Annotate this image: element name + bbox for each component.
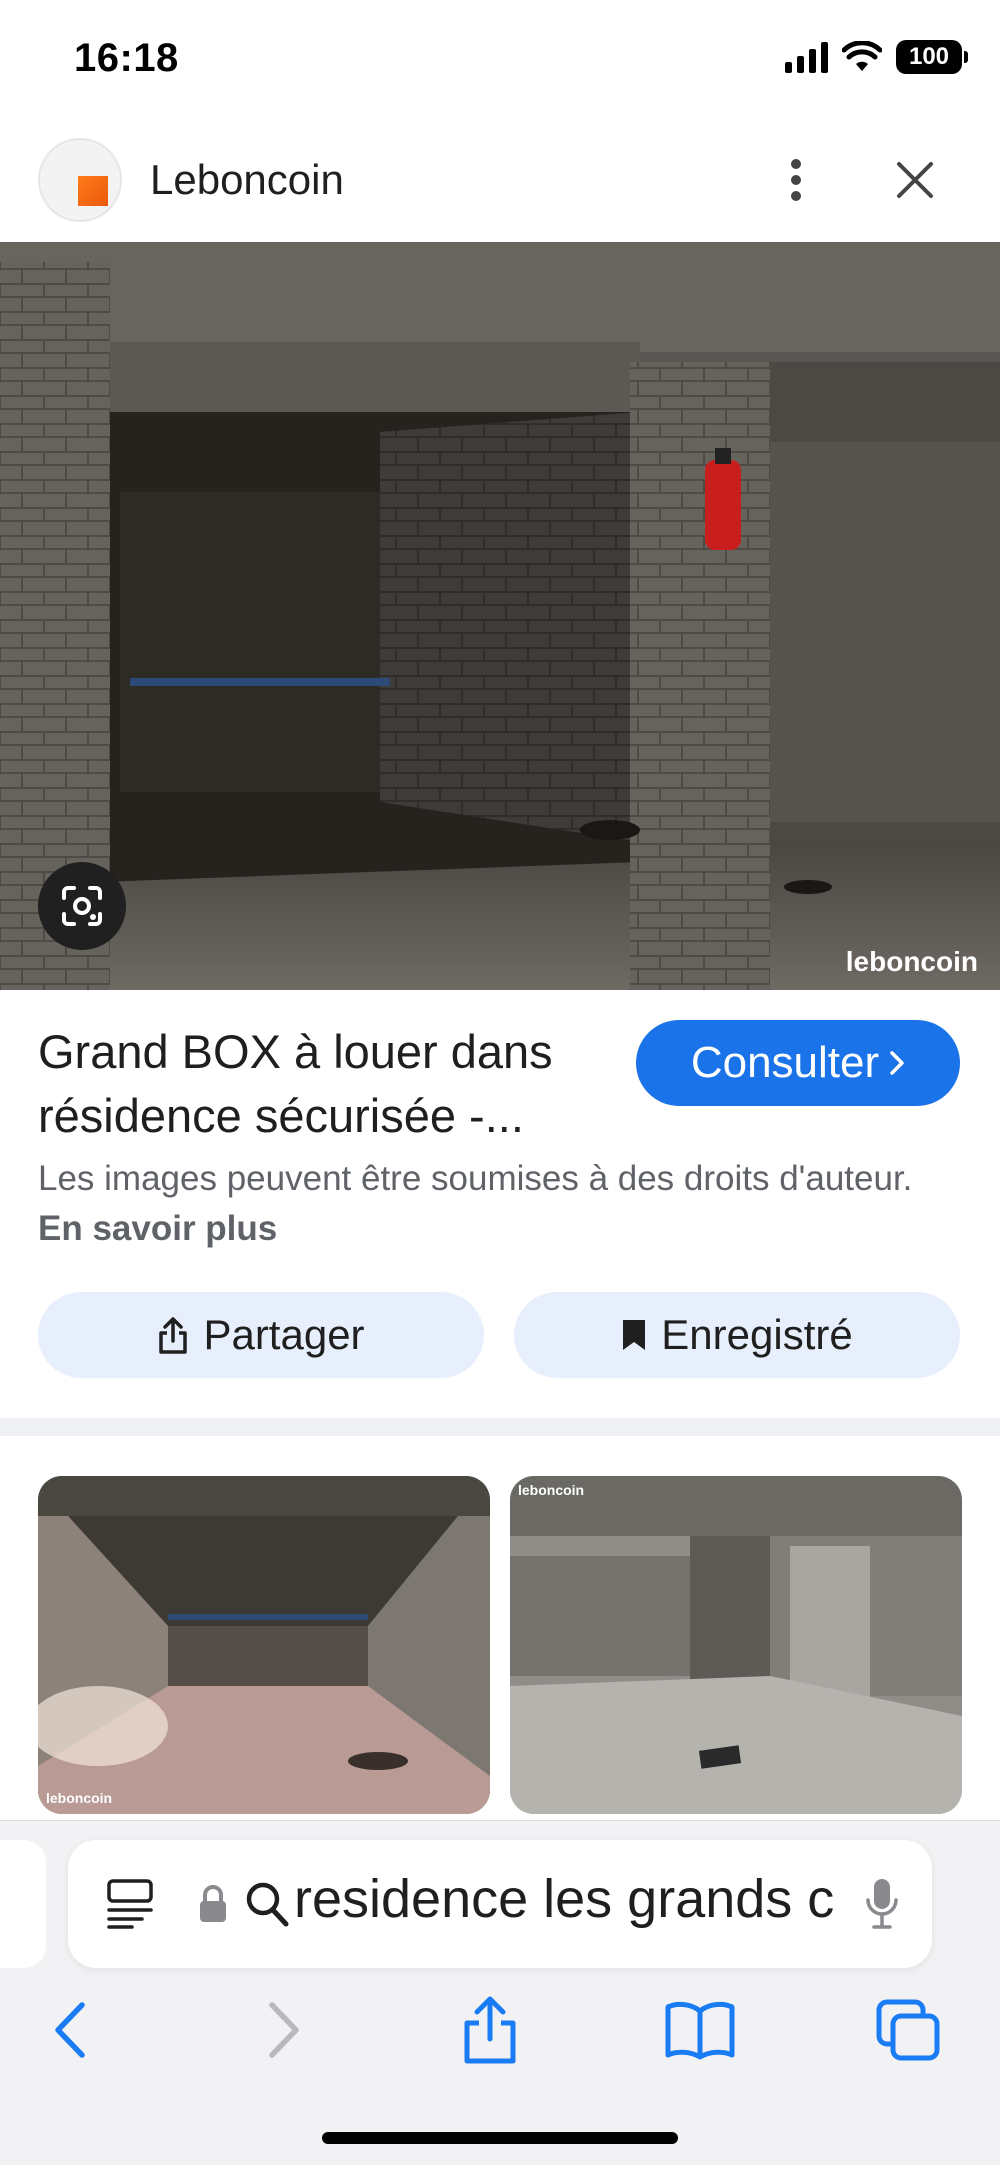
chevron-right-icon bbox=[890, 1051, 904, 1075]
copyright-disclaimer: Les images peuvent être soumises à des d… bbox=[38, 1154, 938, 1254]
cellular-signal-icon bbox=[785, 41, 828, 73]
reader-mode-icon[interactable] bbox=[106, 1878, 154, 1930]
share-icon bbox=[464, 1996, 516, 2064]
related-garage-photo-2 bbox=[510, 1476, 962, 1814]
image-watermark: leboncoin bbox=[845, 946, 978, 977]
thumb-watermark-2: leboncoin bbox=[518, 1482, 585, 1498]
tabs-button[interactable] bbox=[868, 1995, 948, 2065]
search-icon bbox=[246, 1882, 289, 1927]
back-button[interactable] bbox=[30, 1995, 110, 2065]
close-icon bbox=[897, 162, 933, 198]
site-name[interactable]: Leboncoin bbox=[150, 156, 344, 204]
section-divider bbox=[0, 1418, 1000, 1436]
leboncoin-logo-icon bbox=[78, 176, 108, 206]
consult-button[interactable]: Consulter bbox=[636, 1020, 960, 1106]
source-header: Leboncoin bbox=[0, 130, 1000, 230]
more-options-button[interactable] bbox=[770, 150, 822, 210]
saved-label: Enregistré bbox=[661, 1311, 853, 1358]
thumb-watermark-1: leboncoin bbox=[46, 1790, 113, 1806]
related-image-1[interactable]: leboncoin bbox=[38, 1476, 490, 1814]
google-lens-button[interactable] bbox=[38, 862, 126, 950]
status-time: 16:18 bbox=[74, 36, 179, 80]
related-garage-photo-1 bbox=[38, 1476, 490, 1814]
learn-more-link[interactable]: En savoir plus bbox=[38, 1209, 277, 1248]
status-bar: 16:18 100 bbox=[0, 0, 1000, 120]
chevron-right-icon bbox=[269, 2002, 299, 2058]
bookmarks-button[interactable] bbox=[660, 1995, 740, 2065]
address-bar[interactable]: residence les grands c bbox=[68, 1840, 932, 1968]
battery-icon: 100 bbox=[896, 40, 968, 74]
result-title-line2: résidence sécurisée -... bbox=[38, 1089, 524, 1142]
main-image[interactable] bbox=[0, 242, 1000, 990]
site-logo bbox=[38, 138, 122, 222]
saved-button[interactable]: Enregistré bbox=[514, 1292, 960, 1378]
wifi-icon bbox=[842, 41, 882, 71]
microphone-icon[interactable] bbox=[864, 1876, 900, 1932]
bookmark-icon bbox=[623, 1320, 646, 1350]
result-title-line1: Grand BOX à louer dans bbox=[38, 1025, 553, 1078]
share-button[interactable]: Partager bbox=[38, 1292, 484, 1378]
consult-label: Consulter bbox=[690, 1038, 880, 1087]
share-icon bbox=[159, 1317, 188, 1354]
disclaimer-text: Les images peuvent être soumises à des d… bbox=[38, 1159, 913, 1198]
forward-button[interactable] bbox=[244, 1995, 324, 2065]
book-icon bbox=[665, 2001, 735, 2060]
status-icons: 100 bbox=[785, 40, 968, 74]
share-page-button[interactable] bbox=[450, 1995, 530, 2065]
more-vertical-icon bbox=[791, 159, 801, 201]
home-indicator[interactable] bbox=[322, 2132, 678, 2144]
related-image-2[interactable]: leboncoin bbox=[510, 1476, 962, 1814]
tabs-icon bbox=[876, 1999, 940, 2061]
address-bar-query[interactable]: residence les grands c bbox=[294, 1868, 894, 1930]
result-title[interactable]: Grand BOX à louer dans résidence sécuris… bbox=[38, 1020, 628, 1148]
lock-icon bbox=[200, 1885, 226, 1922]
close-button[interactable] bbox=[885, 150, 945, 210]
garage-photo bbox=[0, 242, 1000, 990]
chevron-left-icon bbox=[55, 2002, 85, 2058]
share-label: Partager bbox=[203, 1311, 365, 1358]
previous-tab-preview[interactable] bbox=[0, 1840, 46, 1968]
lens-icon bbox=[62, 886, 102, 926]
